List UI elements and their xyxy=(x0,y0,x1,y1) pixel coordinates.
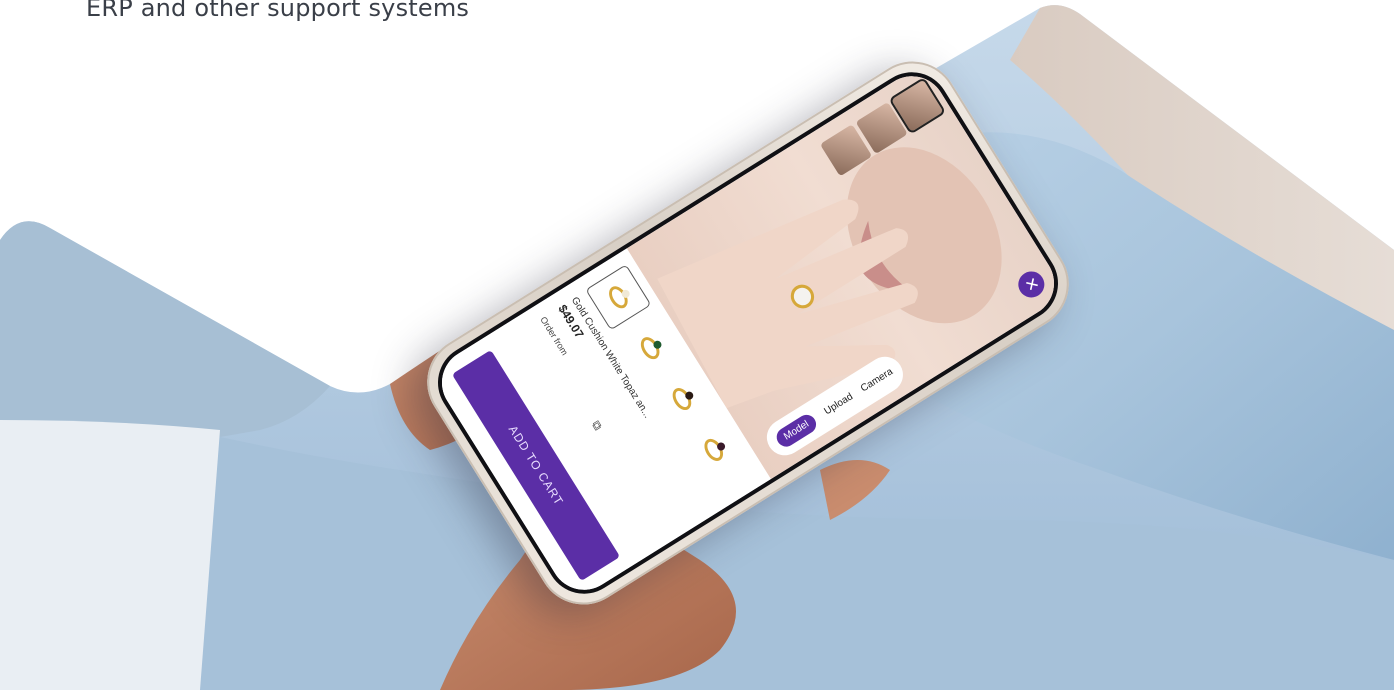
mode-upload[interactable]: Upload xyxy=(822,391,855,417)
gem xyxy=(715,441,727,453)
ring-icon xyxy=(700,435,727,465)
ring-variant[interactable] xyxy=(682,418,745,481)
gem xyxy=(651,339,663,351)
share-icon[interactable]: ⧉ xyxy=(588,418,605,433)
ring-variant[interactable] xyxy=(618,317,681,380)
mode-camera[interactable]: Camera xyxy=(859,366,895,394)
ring-variant[interactable] xyxy=(650,367,713,430)
ring-icon xyxy=(605,282,632,312)
caption-text: ERP and other support systems xyxy=(86,0,470,22)
ring-icon xyxy=(636,333,664,363)
gem xyxy=(620,288,632,300)
ring-variant[interactable] xyxy=(585,264,652,331)
gem xyxy=(683,390,695,402)
ring-icon xyxy=(668,384,695,414)
